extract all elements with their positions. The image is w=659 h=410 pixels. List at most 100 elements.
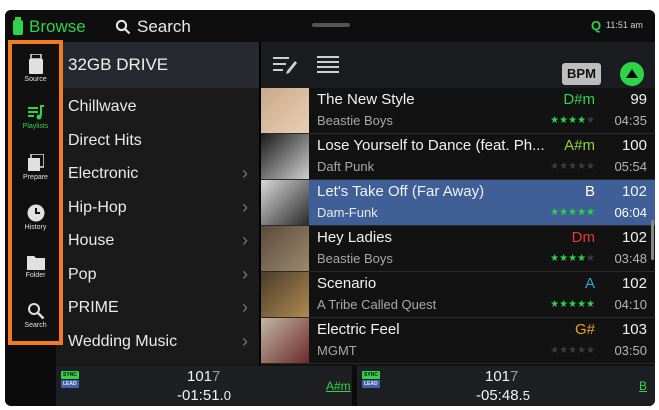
drive-header[interactable]: 32GB DRIVE [56,42,259,88]
track-row[interactable]: Hey Ladies Beastie Boys Dm 102 03:48 ★★★★★ [261,226,655,272]
search-tab[interactable]: Search [115,17,191,37]
chevron-right-icon: › [242,263,248,284]
lead-badge: LEAD [362,380,380,388]
track-bpm: 103 [621,321,647,338]
sidebar-item-folder[interactable]: Folder [12,254,59,279]
deck-right[interactable]: SYNC LEAD 1017 -05:48.5 B [357,366,655,406]
star-icon: ★ [550,299,560,310]
triangle-up-icon [626,69,638,78]
track-bpm: 102 [621,183,647,200]
sidebar-item-label: Source [24,76,47,83]
album-art [261,226,309,271]
star-icon: ★ [577,207,587,218]
rating-stars[interactable]: ★★★★★ [550,115,595,126]
sidebar-item-search[interactable]: Search [12,302,59,329]
rating-stars[interactable]: ★★★★★ [550,253,595,264]
crate-label: Direct Hits [68,131,142,149]
rating-stars[interactable]: ★★★★★ [550,299,595,310]
star-icon: ★ [568,253,578,264]
rating-stars[interactable]: ★★★★★ [550,207,595,218]
clock: 11:51 am [606,20,643,30]
browse-tab[interactable]: Browse [13,16,86,37]
deck-bpm: 1017 [187,368,221,385]
clock-icon [27,204,44,222]
sidebar-item-playlists[interactable]: Playlists [12,105,59,130]
chevron-right-icon: › [242,297,248,317]
star-icon: ★ [568,299,578,310]
crate-label: House [68,232,115,249]
sync-badge[interactable]: SYNC [362,371,380,379]
drag-handle[interactable] [312,23,350,27]
crate-label: Hip-Hop [68,198,127,216]
sort-direction-button[interactable] [620,62,644,86]
crate-item[interactable]: Direct Hits [56,124,256,157]
crate-label: Wedding Music [68,332,178,350]
star-icon: ★ [577,345,587,356]
star-icon: ★ [550,207,560,218]
track-title: The New Style [317,91,415,108]
album-art [261,318,309,363]
star-icon: ★ [550,115,560,126]
deck-left[interactable]: SYNC LEAD 1017 -01:51.0 A#m [56,366,352,406]
track-artist: Daft Punk [317,159,375,174]
track-length: 05:54 [614,159,647,174]
list-view-icon[interactable] [317,55,339,75]
track-artist: MGMT [317,343,357,358]
track-title: Let's Take Off (Far Away) [317,183,485,200]
track-key: D#m [563,91,595,108]
top-bar: Browse Search Q 11:51 am [5,10,655,42]
search-label: Search [137,17,191,36]
crate-item[interactable]: Electronic › [56,157,256,190]
sidebar-item-history[interactable]: History [12,204,59,231]
track-row[interactable]: Electric Feel MGMT G# 103 03:50 ★★★★★ [261,318,655,364]
rating-stars[interactable]: ★★★★★ [550,161,595,172]
track-length: 04:10 [614,297,647,312]
track-key: A [584,275,595,292]
star-icon: ★ [559,161,569,172]
sidebar-item-source[interactable]: Source [12,54,59,83]
track-length: 04:35 [614,113,647,128]
tracklist-scrollbar[interactable] [651,220,654,260]
sidebar-item-prepare[interactable]: Prepare [12,154,59,181]
rating-stars[interactable]: ★★★★★ [550,345,595,356]
star-icon: ★ [550,345,560,356]
album-art [261,88,309,133]
sort-bpm-button[interactable]: BPM [562,63,601,85]
crate-item[interactable]: Chillwave [56,90,256,123]
crate-item[interactable]: PRIME › [56,291,256,324]
star-icon: ★ [559,345,569,356]
deck-bpm: 1017 [485,368,519,385]
track-row[interactable]: The New Style Beastie Boys D#m 99 04:35 ★★★★★ [261,88,655,134]
crate-item[interactable]: Hip-Hop › [56,191,256,224]
track-key: G# [574,321,595,338]
star-icon: ★ [586,115,595,126]
crate-item[interactable]: Pop › [56,258,256,291]
star-icon: ★ [577,115,587,126]
track-row[interactable]: Scenario A Tribe Called Quest A 102 04:10 ★★★… [261,272,655,318]
browse-label: Browse [29,17,86,36]
device-screen: Browse Search Q 11:51 am 32GB DRIVE Chil… [5,10,655,406]
track-row[interactable]: Let's Take Off (Far Away) Dam-Funk B 102 06:… [261,180,655,226]
sidebar-item-label: Prepare [23,174,48,181]
track-bpm: 102 [621,229,647,246]
deck-key: A#m [326,379,351,393]
prepare-icon [27,154,44,171]
track-artist: Dam-Funk [317,205,378,220]
q-indicator: Q [591,18,602,33]
star-icon: ★ [577,253,587,264]
folder-icon [26,256,45,270]
search-icon [115,19,131,35]
album-art [261,134,309,179]
star-icon: ★ [568,115,578,126]
star-icon: ★ [586,345,595,356]
crate-item[interactable]: House › [56,224,256,257]
sync-badge[interactable]: SYNC [61,371,79,379]
crate-label: Pop [68,265,97,283]
crate-label: Chillwave [68,98,137,115]
track-row[interactable]: Lose Yourself to Dance (feat. Ph... Daft … [261,134,655,180]
chevron-right-icon: › [242,230,248,250]
crate-item[interactable]: Wedding Music › [56,325,256,358]
edit-list-icon[interactable] [273,55,297,75]
track-artist: Beastie Boys [317,113,393,128]
star-icon: ★ [559,207,569,218]
